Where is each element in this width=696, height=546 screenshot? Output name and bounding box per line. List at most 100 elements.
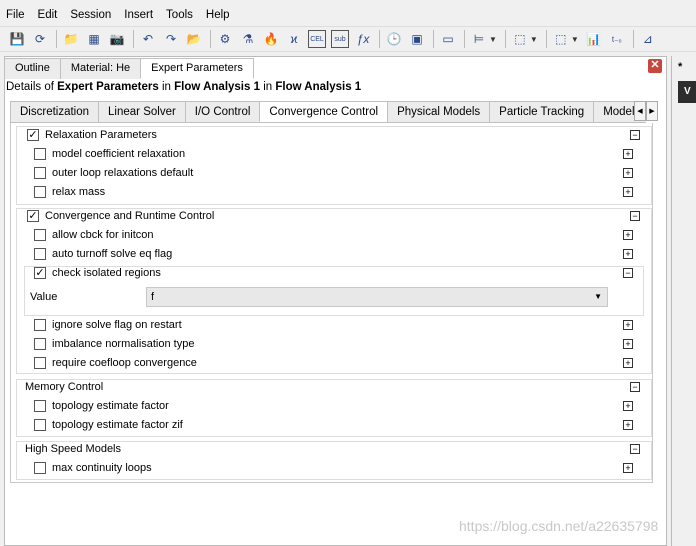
group-header-relaxation[interactable]: ✓ Relaxation Parameters xyxy=(27,125,679,144)
checkbox[interactable] xyxy=(34,418,46,431)
list-item[interactable]: topology estimate factor xyxy=(34,396,686,415)
triangle-icon[interactable]: ⊿ xyxy=(639,30,657,48)
expand-icon[interactable]: + xyxy=(623,249,633,259)
collapse-icon[interactable]: − xyxy=(630,444,640,454)
tab-convergence-control[interactable]: Convergence Control xyxy=(259,101,389,122)
right-tab[interactable]: * xyxy=(678,61,682,73)
redo-icon[interactable]: ↷ xyxy=(162,30,180,48)
cel-icon[interactable]: CEL xyxy=(308,30,326,48)
top-tabs: Outline Material: He Expert Parameters xyxy=(4,58,254,79)
checkbox[interactable] xyxy=(34,318,46,331)
tab-material[interactable]: Material: He xyxy=(59,58,142,79)
item-label: imbalance normalisation type xyxy=(52,337,195,350)
chevron-down-icon[interactable]: ▼ xyxy=(489,35,497,44)
flask-icon[interactable]: ⚗ xyxy=(239,30,257,48)
clock-icon[interactable]: 🕒 xyxy=(385,30,403,48)
details-target: Flow Analysis 1 xyxy=(174,81,260,93)
checkbox[interactable] xyxy=(34,185,46,198)
collapse-icon[interactable]: − xyxy=(630,211,640,221)
undo-icon[interactable]: ↶ xyxy=(139,30,157,48)
network-icon[interactable]: ▦ xyxy=(85,30,103,48)
list-item[interactable]: imbalance normalisation type xyxy=(34,334,686,353)
checkbox[interactable] xyxy=(34,247,46,260)
checkbox[interactable] xyxy=(34,399,46,412)
expand-icon[interactable]: + xyxy=(623,358,633,368)
view-icon[interactable]: ▣ xyxy=(408,30,426,48)
menu-session[interactable]: Session xyxy=(70,9,111,21)
sub-icon[interactable]: sub xyxy=(331,30,349,48)
item-label: check isolated regions xyxy=(52,266,161,279)
chevron-down-icon[interactable]: ▼ xyxy=(571,35,579,44)
time-icon[interactable]: t₋₀ xyxy=(608,30,626,48)
group-header-convergence[interactable]: ✓ Convergence and Runtime Control xyxy=(27,206,679,225)
item-label: model coefficient relaxation xyxy=(52,147,186,160)
list-item[interactable]: allow cbck for initcon xyxy=(34,225,686,244)
checkbox-relaxation[interactable]: ✓ xyxy=(27,128,39,141)
folder-icon[interactable]: 📁 xyxy=(62,30,80,48)
close-icon[interactable]: ✕ xyxy=(648,59,662,73)
checkbox[interactable] xyxy=(34,461,46,474)
tab-physical-models[interactable]: Physical Models xyxy=(387,101,491,122)
open-icon[interactable]: 📂 xyxy=(185,30,203,48)
refresh-icon[interactable]: ⟳ xyxy=(31,30,49,48)
box-icon[interactable]: ▭ xyxy=(439,30,457,48)
list-item[interactable]: max continuity loops xyxy=(34,458,686,477)
flame-icon[interactable]: 🔥 xyxy=(262,30,280,48)
expand-icon[interactable]: + xyxy=(623,168,633,178)
expand-icon[interactable]: + xyxy=(623,149,633,159)
tree-icon[interactable]: ⊨ xyxy=(470,30,488,48)
list-item[interactable]: outer loop relaxations default xyxy=(34,163,686,182)
right-panel-edge xyxy=(671,56,696,546)
list-item[interactable]: auto turnoff solve eq flag xyxy=(34,244,686,263)
mesh-icon[interactable]: ⚙ xyxy=(216,30,234,48)
chart-icon[interactable]: 📊 xyxy=(585,30,603,48)
tab-discretization[interactable]: Discretization xyxy=(10,101,100,122)
checkbox[interactable] xyxy=(34,228,46,241)
collapse-icon[interactable]: − xyxy=(630,130,640,140)
details-prefix: Details of xyxy=(6,81,58,93)
checkbox[interactable] xyxy=(34,337,46,350)
checkbox[interactable] xyxy=(34,166,46,179)
collapse-icon[interactable]: − xyxy=(630,382,640,392)
list-item[interactable]: model coefficient relaxation xyxy=(34,144,686,163)
list-item[interactable]: ignore solve flag on restart xyxy=(34,315,686,334)
tab-scroll-right-icon[interactable]: ▶ xyxy=(646,101,658,121)
tab-expert-parameters[interactable]: Expert Parameters xyxy=(140,58,254,79)
tab-linear-solver[interactable]: Linear Solver xyxy=(98,101,186,122)
value-select[interactable]: f ▼ xyxy=(146,287,608,307)
list-item[interactable]: topology estimate factor zif xyxy=(34,415,686,434)
chevron-down-icon[interactable]: ▼ xyxy=(594,288,602,306)
camera-icon[interactable]: 📷 xyxy=(108,30,126,48)
details-object: Expert Parameters xyxy=(57,81,159,93)
solid2-icon[interactable]: ⬚ xyxy=(552,30,570,48)
expand-icon[interactable]: + xyxy=(623,230,633,240)
menu-file[interactable]: File xyxy=(6,9,25,21)
expand-icon[interactable]: + xyxy=(623,339,633,349)
save-icon[interactable]: 💾 xyxy=(8,30,26,48)
list-item[interactable]: ✓ check isolated regions xyxy=(34,263,686,282)
expand-icon[interactable]: + xyxy=(623,463,633,473)
fx-icon[interactable]: ƒx xyxy=(354,30,372,48)
list-item[interactable]: require coefloop convergence xyxy=(34,353,686,372)
chevron-down-icon[interactable]: ▼ xyxy=(530,35,538,44)
tab-io-control[interactable]: I/O Control xyxy=(184,101,261,122)
expand-icon[interactable]: + xyxy=(623,320,633,330)
expand-icon[interactable]: + xyxy=(623,187,633,197)
menu-help[interactable]: Help xyxy=(206,9,230,21)
checkbox[interactable] xyxy=(34,147,46,160)
checkbox-convergence[interactable]: ✓ xyxy=(27,209,39,222)
checkbox[interactable] xyxy=(34,356,46,369)
solid-icon[interactable]: ⬚ xyxy=(511,30,529,48)
list-item[interactable]: relax mass xyxy=(34,182,686,201)
checkbox[interactable]: ✓ xyxy=(34,266,46,279)
variable-icon[interactable]: ϰ xyxy=(285,30,303,48)
expand-icon[interactable]: + xyxy=(623,401,633,411)
tab-particle-tracking[interactable]: Particle Tracking xyxy=(489,101,595,122)
menu-tools[interactable]: Tools xyxy=(166,9,193,21)
tab-scroll-left-icon[interactable]: ◀ xyxy=(634,101,646,121)
menu-insert[interactable]: Insert xyxy=(124,9,153,21)
tab-outline[interactable]: Outline xyxy=(4,58,61,79)
menu-edit[interactable]: Edit xyxy=(38,9,58,21)
expand-icon[interactable]: + xyxy=(623,420,633,430)
collapse-icon[interactable]: − xyxy=(623,268,633,278)
